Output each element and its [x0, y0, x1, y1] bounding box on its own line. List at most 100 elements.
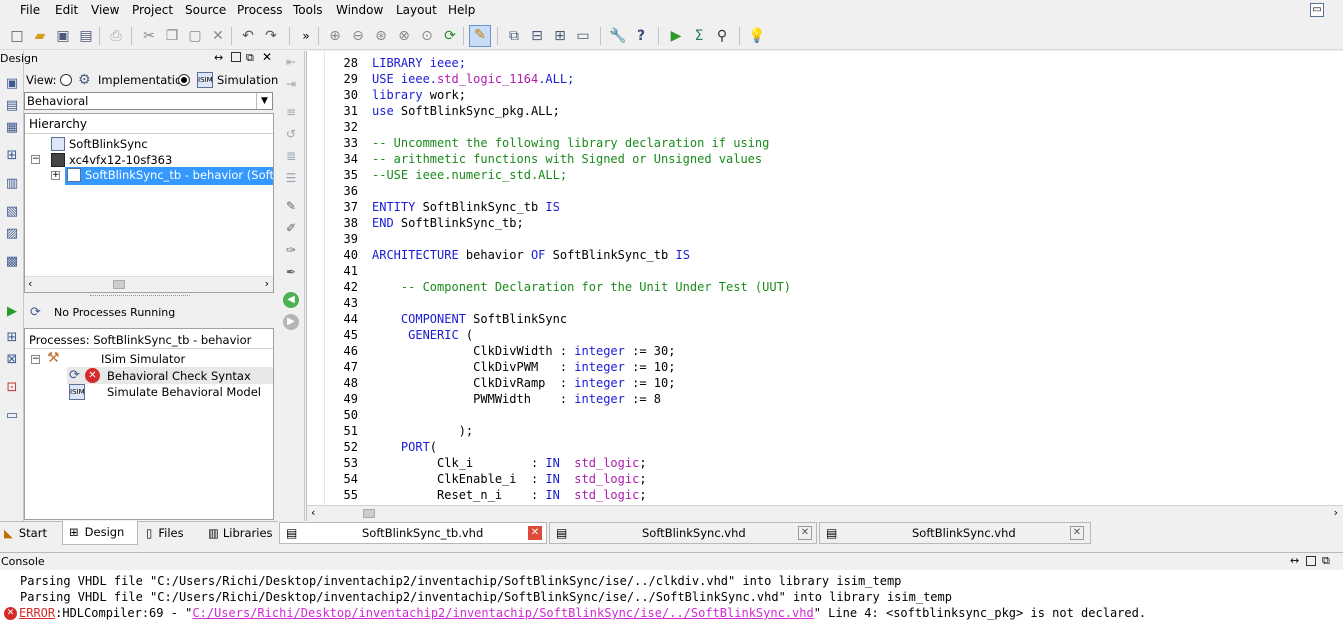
scroll-thumb[interactable] — [363, 509, 375, 518]
bookmark-icon[interactable]: ✎ — [283, 198, 299, 214]
code-line[interactable]: 48 ClkDivRamp : integer := 10; — [328, 375, 676, 391]
simulation-label[interactable]: Simulation — [217, 73, 278, 87]
code-line[interactable]: 44 COMPONENT SoftBlinkSync — [328, 311, 568, 327]
delete-icon[interactable]: ✕ — [209, 27, 227, 45]
code-line[interactable]: 30 library work; — [328, 87, 466, 103]
error-file-link[interactable]: C:/Users/Richi/Desktop/inventachip2/inve… — [192, 606, 813, 620]
format-icon[interactable]: ≣ — [283, 148, 299, 164]
tab-files[interactable]: ▯ Files — [140, 522, 200, 544]
code-line[interactable]: 28 LIBRARY ieee; — [328, 55, 466, 71]
close-tab-icon[interactable]: ✕ — [1070, 526, 1084, 540]
new-source-icon[interactable]: ▤ — [4, 98, 20, 114]
toolbar-overflow-icon[interactable]: » — [297, 27, 315, 45]
zoom-fit-icon[interactable]: ⊗ — [395, 27, 413, 45]
hierarchy-hscrollbar[interactable]: ‹ › — [25, 276, 273, 292]
list-icon[interactable]: ☰ — [283, 170, 299, 186]
code-line[interactable]: 39 — [328, 231, 372, 247]
save-icon[interactable]: ▣ — [54, 27, 72, 45]
menu-edit[interactable]: Edit — [55, 3, 78, 17]
code-line[interactable]: 31 use SoftBlinkSync_pkg.ALL; — [328, 103, 560, 119]
window-restore-icon[interactable]: ▭ — [1310, 3, 1324, 17]
panel-restore-icon[interactable] — [231, 52, 241, 62]
indent-icon[interactable]: ⇤ — [283, 54, 299, 70]
menu-project[interactable]: Project — [132, 3, 173, 17]
code-line[interactable]: 29 USE ieee.std_logic_1164.ALL; — [328, 71, 575, 87]
tree-item-testbench[interactable]: SoftBlinkSync_tb - behavior (SoftBl — [65, 167, 273, 185]
add-source-icon[interactable]: ▣ — [4, 76, 20, 92]
editor-tab-softblinksync-2[interactable]: ▤ SoftBlinkSync.vhd ✕ — [819, 522, 1091, 544]
rerun-all-icon[interactable]: ⊠ — [4, 352, 20, 368]
print-icon[interactable]: ⎙ — [107, 27, 125, 45]
go-forward-icon[interactable]: ▶ — [283, 314, 299, 330]
code-line[interactable]: 41 — [328, 263, 372, 279]
run-icon[interactable]: ▶ — [667, 27, 685, 45]
editor-tab-softblinksync-tb[interactable]: ▤ SoftBlinkSync_tb.vhd ✕ — [279, 522, 547, 544]
wrench-icon[interactable]: 🔧 — [609, 27, 627, 45]
design-tool-icon[interactable]: ✎ — [469, 25, 491, 47]
menu-help[interactable]: Help — [448, 3, 475, 17]
simulation-radio[interactable] — [178, 74, 190, 86]
bookmark-next-icon[interactable]: ✐ — [283, 220, 299, 236]
scroll-thumb[interactable] — [113, 280, 125, 289]
tree-item-project[interactable]: SoftBlinkSync — [51, 137, 148, 151]
panel-float-icon[interactable]: ⧉ — [1322, 554, 1330, 568]
code-line[interactable]: 42 -- Component Declaration for the Unit… — [328, 279, 791, 295]
panel-restore-icon[interactable] — [1306, 556, 1316, 566]
tab-libraries[interactable]: ▥ Libraries — [202, 522, 276, 544]
code-line[interactable]: 54 ClkEnable_i : IN std_logic; — [328, 471, 647, 487]
check-source-icon[interactable]: ▨ — [4, 226, 20, 242]
code-line[interactable]: 55 Reset_n_i : IN std_logic; — [328, 487, 647, 503]
properties-icon[interactable]: ▩ — [4, 254, 20, 270]
new-file-icon[interactable]: □ — [8, 27, 26, 45]
implementation-label[interactable]: Implementation — [98, 73, 189, 87]
tab-design[interactable]: ⊞ Design — [62, 521, 138, 545]
menu-view[interactable]: View — [91, 3, 119, 17]
code-line[interactable]: 46 ClkDivWidth : integer := 30; — [328, 343, 676, 359]
code-line[interactable]: 34 -- arithmetic functions with Signed or… — [328, 151, 763, 167]
code-line[interactable]: 40 ARCHITECTURE behavior OF SoftBlinkSync… — [328, 247, 690, 263]
uncomment-icon[interactable]: ↺ — [283, 126, 299, 142]
menu-tools[interactable]: Tools — [293, 3, 323, 17]
paste-icon[interactable]: ▢ — [186, 27, 204, 45]
lightbulb-icon[interactable]: 💡 — [748, 27, 766, 45]
undo-icon[interactable]: ↶ — [239, 27, 257, 45]
scroll-left-icon[interactable]: ‹ — [311, 506, 315, 519]
refresh-icon[interactable]: ⟳ — [441, 27, 459, 45]
tile-horizontal-icon[interactable]: ⊟ — [528, 27, 546, 45]
zoom-out-icon[interactable]: ⊖ — [349, 27, 367, 45]
bookmark-prev-icon[interactable]: ✑ — [283, 242, 299, 258]
code-line[interactable]: 45 GENERIC ( — [328, 327, 474, 343]
menu-window[interactable]: Window — [336, 3, 383, 17]
code-line[interactable]: 50 — [328, 407, 372, 423]
stop-icon[interactable]: ⊡ — [4, 380, 20, 396]
cascade-windows-icon[interactable]: ⧉ — [505, 27, 523, 45]
tree-item-device[interactable]: xc4vfx12-10sf363 — [51, 153, 172, 167]
process-simulate-model[interactable]: Simulate Behavioral Model — [107, 385, 261, 399]
code-line[interactable]: 43 — [328, 295, 372, 311]
scroll-left-icon[interactable]: ‹ — [28, 277, 32, 290]
sigma-icon[interactable]: Σ — [690, 27, 708, 45]
menu-file[interactable]: File — [20, 3, 40, 17]
scroll-right-icon[interactable]: › — [265, 277, 269, 290]
close-tab-icon[interactable]: ✕ — [528, 526, 542, 540]
tile-vertical-icon[interactable]: ⊞ — [551, 27, 569, 45]
zoom-full-icon[interactable]: ⊛ — [372, 27, 390, 45]
add-copy-source-icon[interactable]: ▦ — [4, 120, 20, 136]
panel-close-icon[interactable]: ✕ — [262, 50, 272, 64]
run-process-icon[interactable]: ▶ — [4, 304, 20, 320]
hierarchy-icon[interactable]: ⊞ — [4, 148, 20, 164]
close-tab-icon[interactable]: ✕ — [798, 526, 812, 540]
splitter[interactable] — [90, 295, 190, 297]
save-all-icon[interactable]: ▤ — [77, 27, 95, 45]
code-line[interactable]: 33 -- Uncomment the following library dec… — [328, 135, 770, 151]
view-source-icon[interactable]: ▧ — [4, 204, 20, 220]
bookmark-clear-icon[interactable]: ✒ — [283, 264, 299, 280]
collapse-icon[interactable]: − — [31, 355, 40, 364]
help-pointer-icon[interactable]: ? — [632, 27, 650, 45]
menu-layout[interactable]: Layout — [396, 3, 437, 17]
chevron-down-icon[interactable]: ▼ — [256, 93, 272, 109]
menu-process[interactable]: Process — [237, 3, 283, 17]
editor-tab-softblinksync-1[interactable]: ▤ SoftBlinkSync.vhd ✕ — [549, 522, 817, 544]
tab-start[interactable]: ◣ Start — [0, 522, 60, 544]
code-line[interactable]: 47 ClkDivPWM : integer := 10; — [328, 359, 676, 375]
